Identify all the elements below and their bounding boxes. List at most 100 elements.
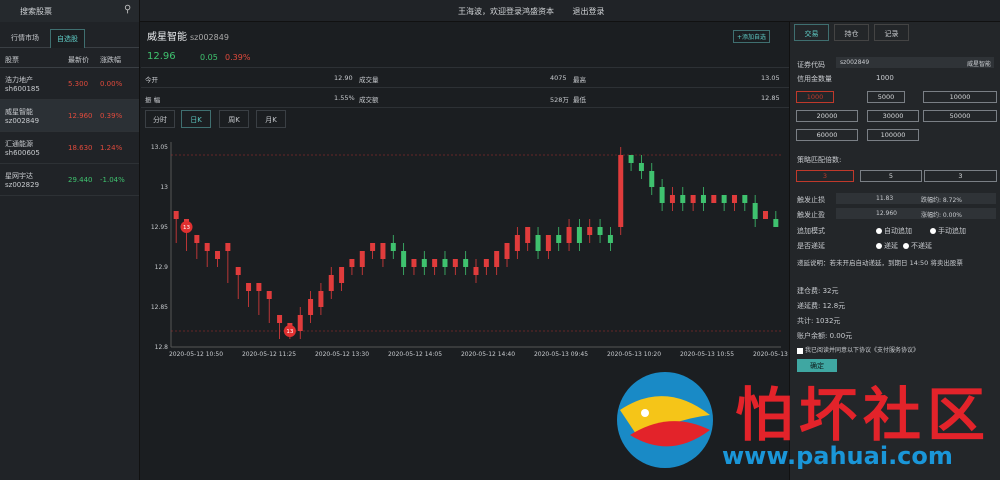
multiple-button[interactable]: 3 xyxy=(924,170,997,182)
tab-watchlist[interactable]: 自选股 xyxy=(50,29,85,48)
quote-label: 成交额 xyxy=(359,96,379,104)
agreement-link[interactable]: 《支付服务协议》 xyxy=(871,347,919,354)
tab-weekly-k[interactable]: 周K xyxy=(219,110,249,128)
search-box[interactable]: 搜索股票 ⚲ xyxy=(0,0,140,22)
checkbox-icon xyxy=(797,347,803,354)
candle-body xyxy=(669,195,675,203)
sidebar-tabs: 行情市场 自选股 xyxy=(0,22,139,48)
watermark: 怕坏社区 www.pahuai.com xyxy=(610,360,1000,480)
candle-body xyxy=(349,259,355,267)
stock-row[interactable]: 星网宇达 sz002829 29.440 -1.04% xyxy=(0,164,139,196)
amount-button[interactable]: 50000 xyxy=(923,110,997,122)
candle-body xyxy=(266,291,272,299)
tab-position[interactable]: 持仓 xyxy=(834,24,869,41)
candle-body xyxy=(452,259,458,267)
defer-yes-label: 递延 xyxy=(884,242,898,250)
candle-body xyxy=(514,235,520,251)
multiple-button[interactable]: 3 xyxy=(796,170,854,182)
candle-body xyxy=(638,163,644,171)
tab-trade[interactable]: 交易 xyxy=(794,24,829,41)
add-watchlist-button[interactable]: +添加自选 xyxy=(733,30,771,43)
candle-body xyxy=(277,315,283,323)
candle-body xyxy=(525,227,531,243)
candle-body xyxy=(618,155,624,227)
watermark-text: 怕坏社区 xyxy=(735,381,992,449)
x-tick-label: 2020-05-12 10:50 xyxy=(169,351,223,358)
amount-button[interactable]: 20000 xyxy=(796,110,858,122)
radio-icon xyxy=(903,243,909,249)
add-auto-radio[interactable]: 自动追加 xyxy=(876,226,912,236)
stock-row[interactable]: 浩力地产 sh600185 5.300 0.00% xyxy=(0,68,139,100)
candle-body xyxy=(421,259,427,267)
x-tick-label: 2020-05-13 10:20 xyxy=(607,351,661,358)
amount-button[interactable]: 5000 xyxy=(867,91,905,103)
radio-checked-icon xyxy=(876,228,882,234)
stop-profit-field[interactable]: 12.960 涨幅约: 0.00% xyxy=(836,208,996,219)
tab-market[interactable]: 行情市场 xyxy=(5,29,45,48)
candle-body xyxy=(483,259,489,267)
stock-change: -1.04% xyxy=(100,176,125,184)
defer-yes-radio[interactable]: 递延 xyxy=(876,241,898,251)
add-auto-label: 自动追加 xyxy=(884,227,912,235)
logout-link[interactable]: 退出登录 xyxy=(573,7,605,16)
tab-monthly-k[interactable]: 月K xyxy=(256,110,286,128)
candle-body xyxy=(649,171,655,187)
welcome-text: 王海波，欢迎登录鸿盛资本 xyxy=(458,7,554,16)
quote-label: 振 幅 xyxy=(145,96,161,104)
marker-label: 13 xyxy=(183,225,190,231)
defer-no-radio[interactable]: 不递延 xyxy=(903,241,932,251)
amount-button[interactable]: 60000 xyxy=(796,129,858,141)
add-manual-radio[interactable]: 手动追加 xyxy=(930,226,966,236)
candle-body xyxy=(494,251,500,267)
stop-loss-pct: 跌幅约: 8.72% xyxy=(921,197,962,204)
x-tick-label: 2020-05-12 13:30 xyxy=(315,351,369,358)
code-value: sz002849 xyxy=(840,59,870,66)
search-icon[interactable]: ⚲ xyxy=(124,4,131,15)
amount-button[interactable]: 10000 xyxy=(923,91,997,103)
candle-body xyxy=(204,243,210,251)
candle-body xyxy=(318,291,324,307)
agree-checkbox[interactable]: 我已阅读并同意以下协议《支付服务协议》 xyxy=(797,345,919,354)
multiple-button[interactable]: 5 xyxy=(860,170,922,182)
candle-body xyxy=(473,267,479,275)
quote-value: 13.05 xyxy=(761,74,780,82)
stock-title-name: 威星智能 xyxy=(147,32,187,43)
candle-body xyxy=(690,195,696,203)
code-field[interactable]: sz002849 威星智能 xyxy=(836,57,994,68)
stock-title: 威星智能 sz002849 xyxy=(147,28,229,43)
amount-button[interactable]: 30000 xyxy=(867,110,919,122)
candle-body xyxy=(463,259,469,267)
watermark-logo-icon xyxy=(617,372,713,468)
stock-change: 0.00% xyxy=(100,80,123,88)
candle-body xyxy=(752,203,758,219)
candle-body xyxy=(215,251,221,259)
candle-body xyxy=(556,235,562,243)
stock-row[interactable]: 威星智能 sz002849 12.960 0.39% xyxy=(0,100,139,132)
agree-label: 我已阅读并同意以下协议 xyxy=(805,347,872,354)
tab-timeshare[interactable]: 分时 xyxy=(145,110,175,128)
stock-row[interactable]: 汇通能源 sh600605 18.630 1.24% xyxy=(0,132,139,164)
amount-button[interactable]: 100000 xyxy=(867,129,919,141)
quote-label: 最低 xyxy=(573,96,586,104)
marker-label: 13 xyxy=(286,329,293,335)
candle-body xyxy=(390,243,396,251)
candle-body xyxy=(597,227,603,235)
quote-label: 今开 xyxy=(145,76,158,84)
kline-chart[interactable]: 13.05 13 12.95 12.9 12.85 12.82020-05-12 10:5… xyxy=(141,132,789,382)
stop-loss-field[interactable]: 11.83 跌幅约: 8.72% xyxy=(836,193,996,204)
stock-code: sz002849 xyxy=(5,117,40,125)
candle-body xyxy=(711,195,717,203)
quote-value: 12.90 xyxy=(334,74,353,82)
y-tick-label: 12.85 xyxy=(151,304,168,311)
tab-records[interactable]: 记录 xyxy=(874,24,909,41)
add-manual-label: 手动追加 xyxy=(938,227,966,235)
fee-total: 共计: 1032元 xyxy=(797,317,841,325)
candle-body xyxy=(370,243,376,251)
candle-body xyxy=(308,299,314,315)
quote-row: 今开 12.90 成交量 4075 最高 13.05 xyxy=(141,68,789,88)
amount-button[interactable]: 1000 xyxy=(796,91,834,103)
fee-defer: 递延费: 12.8元 xyxy=(797,302,846,310)
tab-daily-k[interactable]: 日K xyxy=(181,110,211,128)
stock-sidebar: 行情市场 自选股 股票 最新价 涨跌幅 浩力地产 sh600185 5.300 … xyxy=(0,22,140,480)
price-change-pct: 0.39% xyxy=(225,53,251,62)
